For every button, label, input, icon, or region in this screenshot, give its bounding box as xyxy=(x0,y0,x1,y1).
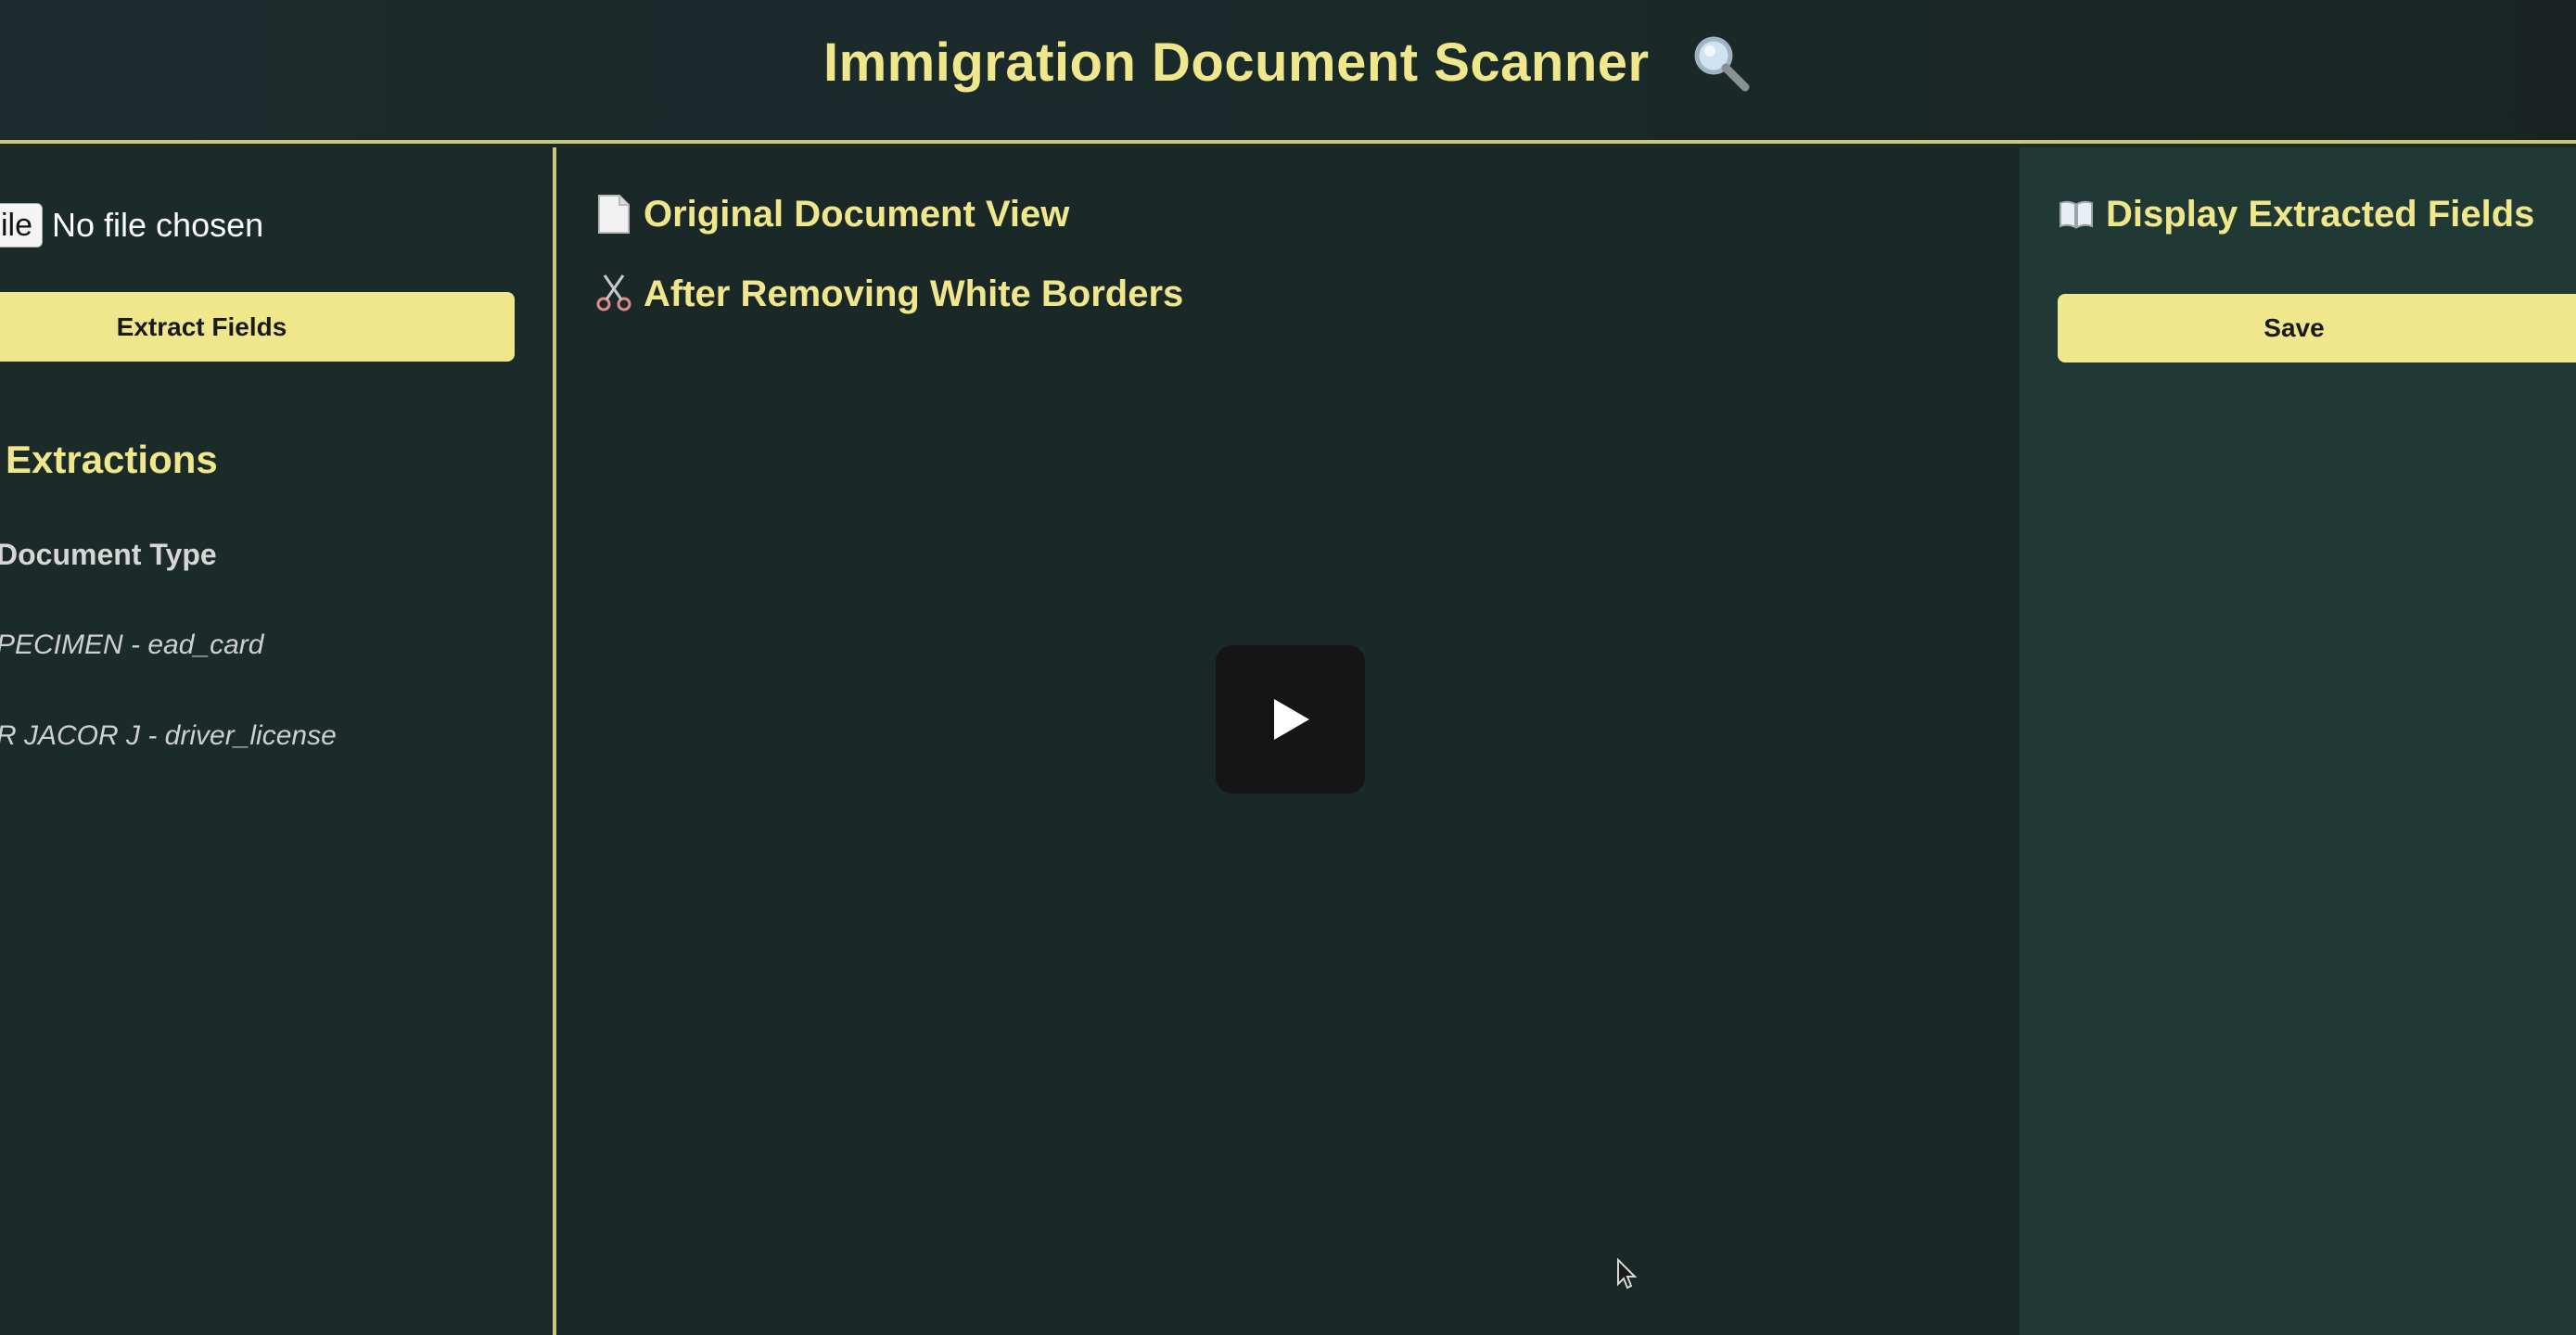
header-bar: Immigration Document Scanner xyxy=(0,0,2576,144)
choose-file-button[interactable]: ile xyxy=(0,203,43,248)
app-root: Immigration Document Scanner ile No file… xyxy=(0,0,2576,1335)
page-title: Immigration Document Scanner xyxy=(823,32,1650,93)
document-icon xyxy=(598,195,630,234)
magnifying-glass-icon xyxy=(1694,36,1750,92)
document-type-column-label: Document Type xyxy=(0,538,217,571)
extractions-heading: Extractions xyxy=(6,438,218,481)
save-button[interactable]: Save xyxy=(2058,294,2576,362)
video-play-button[interactable] xyxy=(1216,645,1365,794)
open-book-icon xyxy=(2060,200,2093,229)
scissors-icon xyxy=(596,274,631,312)
mouse-pointer-icon xyxy=(1617,1258,1638,1290)
display-extracted-fields-heading: Display Extracted Fields xyxy=(2106,194,2535,235)
extract-fields-button[interactable]: Extract Fields xyxy=(0,292,515,362)
extraction-list-item[interactable]: R JACOR J - driver_license xyxy=(0,720,337,752)
after-removing-borders-heading: After Removing White Borders xyxy=(644,273,1184,314)
file-status-text: No file chosen xyxy=(52,206,264,244)
extraction-list-item[interactable]: PECIMEN - ead_card xyxy=(0,629,263,661)
original-document-view-heading: Original Document View xyxy=(644,194,1070,235)
play-icon xyxy=(1273,699,1309,740)
